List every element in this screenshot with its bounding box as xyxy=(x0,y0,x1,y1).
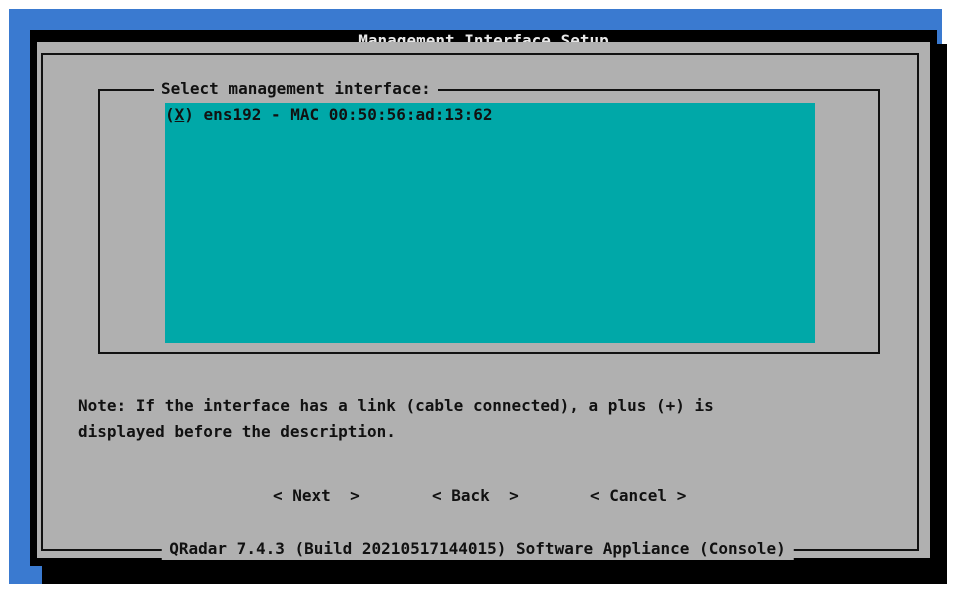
cancel-button[interactable]: < Cancel > xyxy=(590,485,686,507)
dialog-border-right xyxy=(917,53,919,551)
interface-option-label: ens192 - MAC 00:50:56:ad:13:62 xyxy=(203,105,493,124)
back-button[interactable]: < Back > xyxy=(432,485,519,507)
interface-list[interactable] xyxy=(165,103,815,343)
interface-option-ens192[interactable]: (X) ens192 - MAC 00:50:56:ad:13:62 xyxy=(165,104,493,126)
list-label: Select management interface: xyxy=(154,78,438,100)
dialog-border-top xyxy=(41,53,919,55)
radio-selected-marker: X xyxy=(174,105,185,124)
dialog-border-left xyxy=(41,53,43,551)
next-button[interactable]: < Next > xyxy=(273,485,360,507)
note-text-line1: Note: If the interface has a link (cable… xyxy=(78,396,714,415)
note-text-line2: displayed before the description. xyxy=(78,422,396,441)
footer-version: QRadar 7.4.3 (Build 20210517144015) Soft… xyxy=(161,538,794,560)
